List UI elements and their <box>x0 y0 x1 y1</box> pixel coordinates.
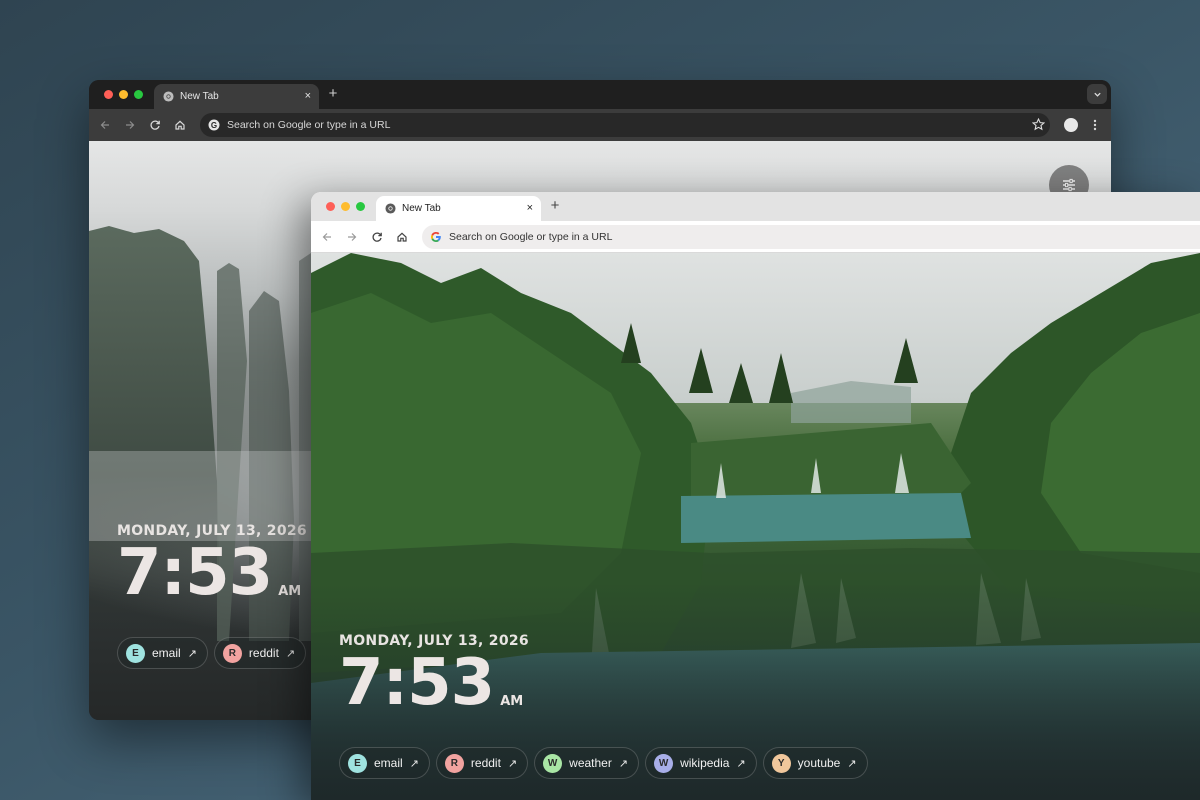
link-badge: W <box>543 753 563 773</box>
link-label: wikipedia <box>680 756 730 770</box>
address-bar[interactable]: Search on Google or type in a URL <box>422 225 1200 249</box>
reload-icon <box>150 120 160 130</box>
reload-icon <box>372 232 382 242</box>
minimize-window-button[interactable] <box>341 202 350 211</box>
ampm-text: AM <box>500 694 524 709</box>
new-tab-button[interactable]: + <box>547 198 563 214</box>
address-bar[interactable]: G Search on Google or type in a URL <box>200 113 1050 137</box>
external-arrow-icon: ↗ <box>736 757 746 770</box>
quick-links: E email ↗ R reddit ↗ <box>117 637 307 669</box>
home-button[interactable] <box>173 118 187 132</box>
chrome-icon <box>163 91 174 102</box>
link-label: youtube <box>797 756 841 770</box>
clock-overlay: MONDAY, JULY 13, 2026 7:53 AM E email ↗ … <box>117 523 307 669</box>
chrome-icon <box>385 203 396 214</box>
tab-new-tab[interactable]: New Tab × <box>376 196 541 221</box>
home-button[interactable] <box>395 230 409 244</box>
time-text: 7:53 <box>117 536 273 610</box>
link-label: reddit <box>470 756 501 770</box>
clock: 7:53 AM <box>117 541 307 605</box>
more-menu-icon[interactable] <box>1088 118 1102 132</box>
browser-window-light: New Tab × + Search on Google or type in … <box>311 192 1200 800</box>
quick-link-youtube[interactable]: Y youtube ↗ <box>762 747 868 779</box>
maximize-window-button[interactable] <box>356 202 365 211</box>
time-text: 7:53 <box>339 646 495 720</box>
link-badge: R <box>222 643 242 663</box>
home-icon <box>397 231 407 242</box>
external-arrow-icon: ↗ <box>409 757 419 770</box>
toolbar: G Search on Google or type in a URL <box>89 109 1111 141</box>
quick-link-reddit[interactable]: R reddit ↗ <box>435 747 529 779</box>
tab-new-tab[interactable]: New Tab × <box>154 84 319 109</box>
quick-link-email[interactable]: E email ↗ <box>339 747 430 779</box>
link-badge: R <box>444 753 464 773</box>
clock: 7:53 AM <box>339 651 868 715</box>
external-arrow-icon: ↗ <box>187 647 197 660</box>
tab-search-button[interactable] <box>1087 84 1107 104</box>
page-viewport-light: MONDAY, JULY 13, 2026 7:53 AM E email ↗ … <box>311 253 1200 800</box>
tab-strip: New Tab × + <box>311 192 1200 221</box>
toolbar: Search on Google or type in a URL <box>311 221 1200 253</box>
link-label: email <box>374 756 403 770</box>
quick-link-weather[interactable]: W weather ↗ <box>534 747 640 779</box>
minimize-window-button[interactable] <box>119 90 128 99</box>
forward-button[interactable] <box>123 118 137 132</box>
tab-strip: New Tab × + <box>89 80 1111 109</box>
ampm-text: AM <box>278 584 302 599</box>
new-tab-button[interactable]: + <box>325 86 341 102</box>
arrow-left-icon <box>322 232 331 241</box>
close-tab-button[interactable]: × <box>527 203 533 214</box>
quick-link-wikipedia[interactable]: W wikipedia ↗ <box>645 747 757 779</box>
address-bar-placeholder: Search on Google or type in a URL <box>449 231 613 243</box>
google-icon <box>431 232 441 242</box>
link-badge: E <box>126 643 145 663</box>
close-tab-button[interactable]: × <box>305 91 311 102</box>
back-button[interactable] <box>320 230 334 244</box>
external-arrow-icon: ↗ <box>507 757 518 770</box>
forward-button[interactable] <box>345 230 359 244</box>
back-button[interactable] <box>98 118 112 132</box>
link-label: email <box>152 646 181 660</box>
google-icon: G <box>208 119 220 131</box>
quick-links: E email ↗ R reddit ↗ W weather ↗ W wikip… <box>339 747 868 779</box>
chevron-down-icon <box>1093 92 1101 97</box>
link-badge: Y <box>771 753 791 773</box>
link-label: reddit <box>248 646 279 660</box>
tab-title: New Tab <box>402 203 441 214</box>
link-label: weather <box>569 756 612 770</box>
external-arrow-icon: ↗ <box>847 757 857 770</box>
arrow-left-icon <box>100 121 109 129</box>
quick-link-reddit[interactable]: R reddit ↗ <box>213 637 307 669</box>
svg-text:G: G <box>211 121 217 130</box>
close-window-button[interactable] <box>326 202 335 211</box>
link-badge: W <box>654 753 674 773</box>
profile-avatar[interactable] <box>1064 118 1078 132</box>
window-controls <box>326 202 365 211</box>
reload-button[interactable] <box>148 118 162 132</box>
external-arrow-icon: ↗ <box>285 647 296 660</box>
bookmark-star-icon[interactable] <box>1032 118 1045 131</box>
tab-title: New Tab <box>180 91 219 102</box>
arrow-right-icon <box>348 232 357 241</box>
address-bar-placeholder: Search on Google or type in a URL <box>227 119 391 131</box>
link-badge: E <box>348 753 367 773</box>
quick-link-email[interactable]: E email ↗ <box>117 637 208 669</box>
clock-overlay: MONDAY, JULY 13, 2026 7:53 AM E email ↗ … <box>339 633 868 779</box>
home-icon <box>175 120 185 130</box>
external-arrow-icon: ↗ <box>618 757 629 770</box>
arrow-right-icon <box>126 121 135 129</box>
window-controls <box>104 90 143 99</box>
reload-button[interactable] <box>370 230 384 244</box>
maximize-window-button[interactable] <box>134 90 143 99</box>
close-window-button[interactable] <box>104 90 113 99</box>
